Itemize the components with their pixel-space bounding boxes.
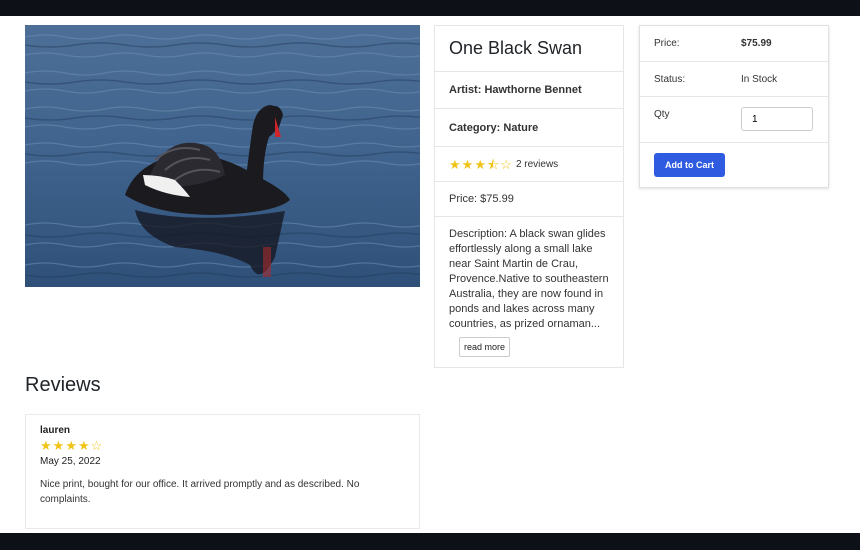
add-to-cart-button[interactable]: Add to Cart bbox=[654, 153, 725, 177]
cart-qty-label: Qty bbox=[654, 109, 670, 120]
cart-add-row: Add to Cart bbox=[640, 143, 828, 187]
review-date: May 25, 2022 bbox=[40, 456, 101, 467]
product-description-row: Description: A black swan glides effortl… bbox=[435, 217, 623, 367]
read-more-button[interactable]: read more bbox=[459, 337, 511, 357]
product-description: Description: A black swan glides effortl… bbox=[449, 228, 609, 330]
star-icon: ★ bbox=[449, 156, 461, 172]
product-image bbox=[25, 25, 420, 287]
product-title: One Black Swan bbox=[435, 26, 623, 72]
reviews-count[interactable]: 2 reviews bbox=[516, 159, 558, 170]
cart-price-value: $75.99 bbox=[741, 38, 772, 49]
product-price: Price: $75.99 bbox=[435, 182, 623, 217]
reviews-heading: Reviews bbox=[25, 374, 101, 396]
cart-status-row: Status: In Stock bbox=[640, 62, 828, 97]
cart-qty-row: Qty bbox=[640, 97, 828, 143]
review-rating-stars: ★ ★ ★ ★ ☆ bbox=[40, 439, 102, 452]
top-bar bbox=[0, 0, 860, 16]
star-icon: ★ bbox=[40, 438, 52, 453]
product-artist: Artist: Hawthorne Bennet bbox=[435, 72, 623, 109]
qty-input[interactable] bbox=[741, 107, 813, 131]
review-card: lauren ★ ★ ★ ★ ☆ May 25, 2022 Nice print… bbox=[25, 414, 420, 529]
product-info-card: One Black Swan Artist: Hawthorne Bennet … bbox=[434, 25, 624, 368]
star-icon: ★ bbox=[65, 438, 77, 453]
product-category: Category: Nature bbox=[435, 109, 623, 147]
star-half-icon: ⯪ bbox=[486, 156, 500, 172]
star-icon: ★ bbox=[52, 438, 65, 453]
review-author: lauren bbox=[40, 425, 71, 436]
review-text: Nice print, bought for our office. It ar… bbox=[40, 479, 360, 505]
product-rating-row: ★ ★ ★ ⯪ ☆ 2 reviews bbox=[435, 147, 623, 182]
product-rating-stars: ★ ★ ★ ⯪ ☆ bbox=[449, 158, 512, 171]
star-icon: ★ bbox=[461, 156, 474, 172]
star-outline-icon: ☆ bbox=[90, 438, 103, 453]
cart-status-label: Status: bbox=[654, 73, 686, 85]
cart-status-value: In Stock bbox=[741, 73, 778, 85]
cart-price-row: Price: $75.99 bbox=[640, 26, 828, 62]
cart-price-label: Price: bbox=[654, 38, 680, 49]
cart-card: Price: $75.99 Status: In Stock Qty Add t… bbox=[639, 25, 829, 188]
star-icon: ★ bbox=[474, 156, 486, 172]
star-icon: ★ bbox=[77, 438, 90, 453]
star-outline-icon: ☆ bbox=[500, 156, 512, 172]
bottom-bar bbox=[0, 533, 860, 550]
